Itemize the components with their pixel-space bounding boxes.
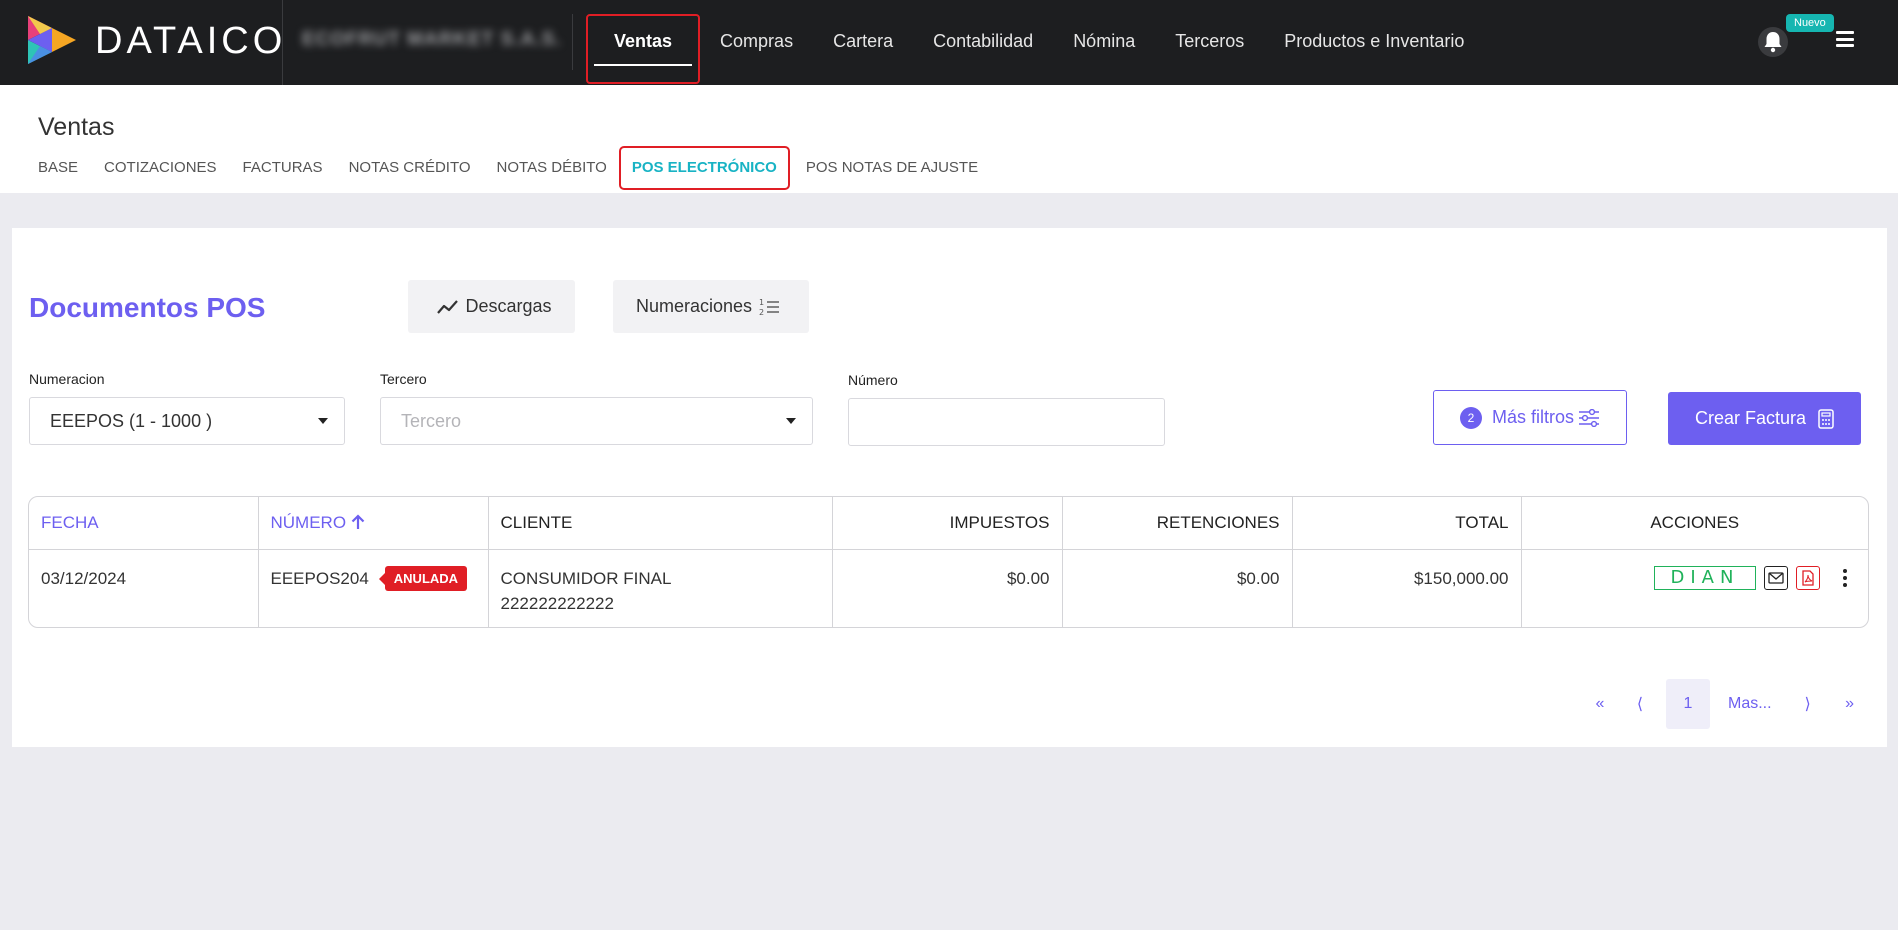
tab-pos-electronico[interactable]: POS ELECTRÓNICO	[618, 146, 790, 190]
nav-item-productos-inventario[interactable]: Productos e Inventario	[1264, 14, 1484, 84]
pagination: « ⟨ 1 Mas... ⟩ »	[1590, 679, 1860, 729]
tab-facturas[interactable]: FACTURAS	[243, 149, 323, 190]
column-header-total: TOTAL	[1292, 497, 1522, 550]
bell-icon[interactable]	[1758, 26, 1788, 58]
cell-total: $150,000.00	[1292, 549, 1522, 627]
client-id: 222222222222	[500, 593, 614, 613]
column-header-cliente: CLIENTE	[488, 497, 833, 550]
document-number[interactable]: EEEPOS204	[271, 569, 369, 588]
tercero-placeholder: Tercero	[401, 410, 462, 431]
status-badge: ANULADA	[378, 565, 468, 591]
dian-status-button[interactable]: DIAN	[1654, 565, 1756, 590]
page-last-button[interactable]: »	[1840, 695, 1860, 713]
pdf-icon[interactable]	[1796, 565, 1820, 590]
create-invoice-button[interactable]: Crear Factura	[1668, 392, 1861, 445]
numerations-label: Numeraciones	[635, 296, 753, 316]
navbar-divider	[282, 0, 283, 85]
create-invoice-label: Crear Factura	[1694, 408, 1807, 428]
navbar-divider	[572, 14, 573, 70]
nav-item-compras[interactable]: Compras	[700, 14, 813, 84]
nav-item-nomina[interactable]: Nómina	[1053, 14, 1155, 84]
cell-fecha: 03/12/2024	[29, 549, 259, 627]
trend-chart-icon	[437, 299, 459, 314]
tab-notas-debito[interactable]: NOTAS DÉBITO	[497, 149, 607, 190]
calculator-icon	[1818, 408, 1834, 429]
numero-label: Número	[848, 372, 898, 388]
sub-tabs: BASE COTIZACIONES FACTURAS NOTAS CRÉDITO…	[38, 146, 1004, 190]
svg-text:2: 2	[759, 308, 764, 317]
company-name[interactable]: ECOFRUT MARKET S.A.S.	[302, 29, 562, 51]
tab-notas-credito[interactable]: NOTAS CRÉDITO	[349, 149, 471, 190]
column-header-impuestos: IMPUESTOS	[832, 497, 1063, 550]
arrow-up-icon	[351, 514, 365, 529]
numbered-list-icon: 1 2	[759, 298, 780, 317]
nav-item-terceros[interactable]: Terceros	[1155, 14, 1264, 84]
table-row[interactable]: 03/12/2024 EEEPOS204 ANULADA CONSUMIDOR F…	[29, 549, 1868, 627]
downloads-label: Descargas	[465, 296, 552, 316]
documents-card: Documentos POS Descargas Numeraciones 1 …	[12, 228, 1887, 747]
cell-numero: EEEPOS204 ANULADA	[258, 549, 489, 627]
numerations-button[interactable]: Numeraciones 1 2	[613, 280, 809, 333]
cell-acciones: DIAN	[1521, 549, 1868, 627]
downloads-button[interactable]: Descargas	[408, 280, 575, 333]
email-icon[interactable]	[1764, 565, 1788, 590]
numeracion-label: Numeracion	[29, 371, 105, 387]
page-more-button[interactable]: Mas...	[1728, 695, 1772, 713]
documents-table: FECHA NÚMERO CLIENTE IMPUESTOS RETENCION…	[28, 496, 1869, 628]
page-first-button[interactable]: «	[1590, 695, 1610, 713]
svg-text:1: 1	[759, 298, 764, 307]
page-1-button[interactable]: 1	[1666, 679, 1710, 729]
numero-input[interactable]	[848, 398, 1165, 446]
brand-name[interactable]: DATAICO	[95, 18, 286, 64]
more-filters-button[interactable]: 2 Más filtros	[1433, 390, 1627, 445]
column-header-fecha[interactable]: FECHA	[29, 497, 259, 550]
top-navbar: DATAICO ECOFRUT MARKET S.A.S. Ventas Com…	[0, 0, 1898, 85]
page-next-button[interactable]: ⟩	[1798, 694, 1818, 714]
numeracion-select[interactable]: EEEPOS (1 - 1000 )	[29, 397, 345, 445]
numeracion-value: EEEPOS (1 - 1000 )	[50, 410, 213, 431]
column-header-retenciones: RETENCIONES	[1062, 497, 1293, 550]
client-name: CONSUMIDOR FINAL	[500, 568, 672, 588]
caret-down-icon	[786, 418, 796, 424]
page-prev-button[interactable]: ⟨	[1630, 694, 1650, 714]
section-header: Ventas BASE COTIZACIONES FACTURAS NOTAS …	[0, 85, 1898, 193]
main-nav: Ventas Compras Cartera Contabilidad Nómi…	[586, 14, 1484, 84]
column-header-numero[interactable]: NÚMERO	[258, 497, 489, 550]
cell-impuestos: $0.00	[832, 549, 1063, 627]
page-title: Ventas	[38, 113, 115, 141]
filter-count-badge: 2	[1459, 406, 1482, 429]
nav-item-ventas[interactable]: Ventas	[586, 14, 701, 84]
caret-down-icon	[318, 418, 328, 424]
tercero-label: Tercero	[380, 371, 427, 387]
new-badge: Nuevo	[1786, 14, 1834, 32]
table-header-row: FECHA NÚMERO CLIENTE IMPUESTOS RETENCION…	[29, 497, 1868, 550]
tab-base[interactable]: BASE	[38, 149, 78, 190]
nav-item-cartera[interactable]: Cartera	[813, 14, 913, 84]
card-title: Documentos POS	[29, 292, 266, 323]
cell-cliente: CONSUMIDOR FINAL 222222222222	[488, 549, 833, 627]
tercero-select[interactable]: Tercero	[380, 397, 813, 445]
tab-pos-notas-de-ajuste[interactable]: POS NOTAS DE AJUSTE	[806, 149, 978, 190]
tab-cotizaciones[interactable]: COTIZACIONES	[104, 149, 217, 190]
nav-item-contabilidad[interactable]: Contabilidad	[913, 14, 1053, 84]
more-filters-label: Más filtros	[1491, 407, 1574, 427]
cell-retenciones: $0.00	[1062, 549, 1293, 627]
more-options-icon[interactable]	[1836, 566, 1854, 590]
hamburger-menu-icon[interactable]	[1836, 31, 1854, 47]
dataico-logo-icon[interactable]	[26, 14, 78, 66]
sliders-icon	[1579, 408, 1599, 427]
column-header-acciones: ACCIONES	[1521, 497, 1868, 550]
